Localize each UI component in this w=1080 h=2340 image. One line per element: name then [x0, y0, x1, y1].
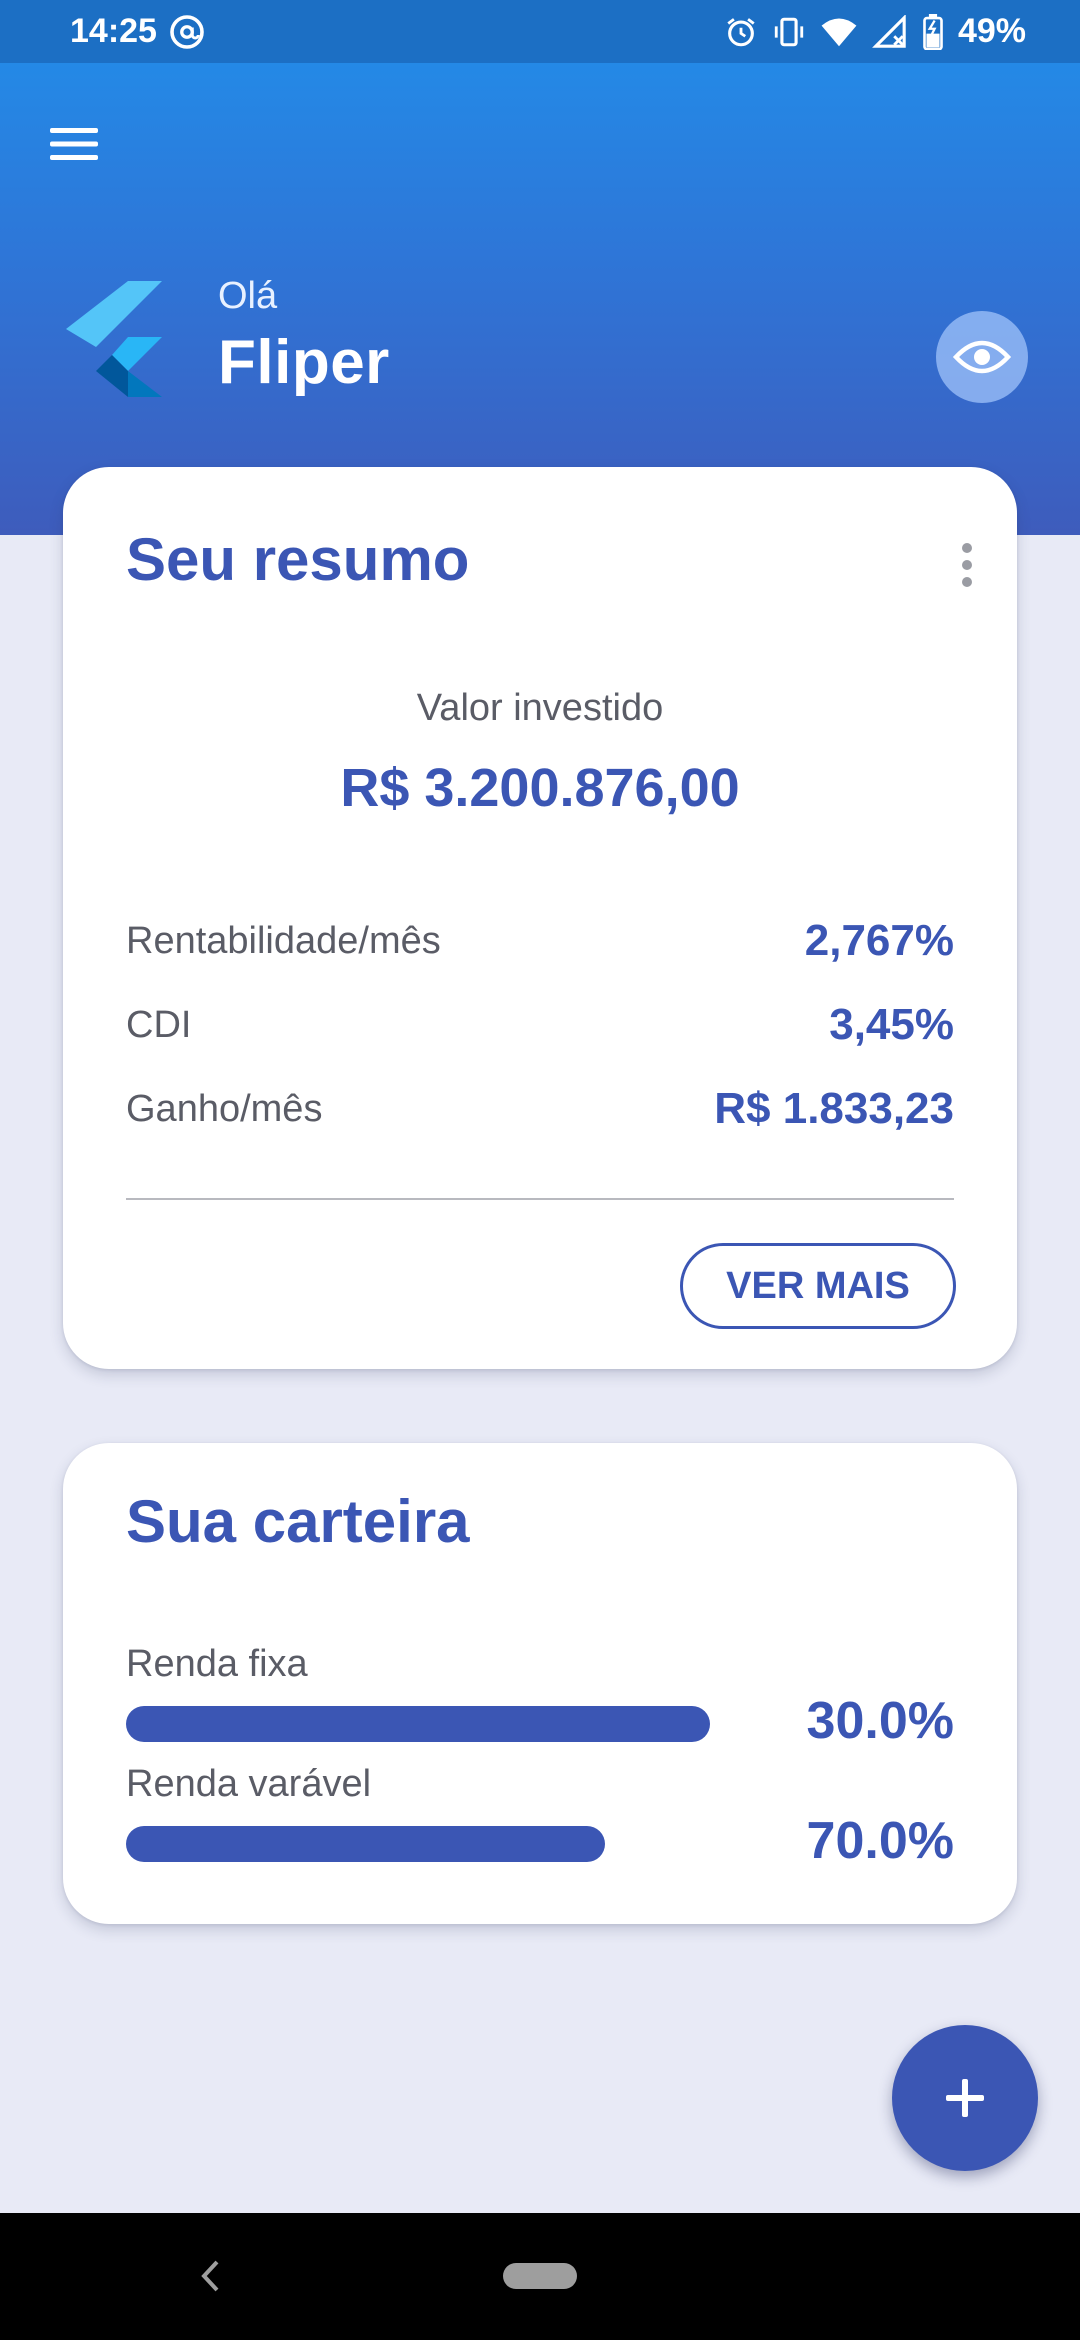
- stat-row-rentabilidade: Rentabilidade/mês 2,767%: [126, 913, 954, 969]
- allocation-label-renda-variavel: Renda varável: [126, 1763, 372, 1805]
- stat-row-ganho: Ganho/mês R$ 1.833,23: [126, 1081, 954, 1137]
- no-signal-icon: [872, 14, 908, 49]
- invested-value: R$ 3.200.876,00: [340, 758, 740, 818]
- more-vert-icon[interactable]: [947, 535, 987, 595]
- header: Olá Fliper: [0, 63, 1080, 535]
- stat-value: R$ 1.833,23: [714, 1084, 954, 1133]
- system-nav-bar: [0, 2213, 1080, 2340]
- status-bar: 14:25 49%: [0, 0, 1080, 63]
- summary-card: Seu resumo Valor investido R$ 3.200.876,…: [63, 467, 1017, 1369]
- app-screen: 14:25 49% Olá Fliper Seu resumo Valor in…: [0, 0, 1080, 2340]
- home-pill-icon[interactable]: [503, 2263, 577, 2289]
- allocation-bar-renda-fixa: [126, 1706, 710, 1742]
- divider: [126, 1198, 954, 1200]
- hamburger-menu-icon[interactable]: [46, 116, 102, 172]
- battery-percent: 49%: [957, 12, 1026, 50]
- battery-icon: [922, 13, 944, 50]
- username: Fliper: [218, 328, 390, 397]
- wifi-icon: [820, 15, 858, 49]
- vibrate-icon: [772, 15, 806, 49]
- allocation-label-renda-fixa: Renda fixa: [126, 1643, 308, 1685]
- allocation-bar-fill: [126, 1706, 710, 1742]
- plus-icon: [946, 2079, 984, 2117]
- stat-value: 3,45%: [829, 1000, 954, 1049]
- back-chevron-icon[interactable]: [190, 2241, 230, 2311]
- ver-mais-button[interactable]: VER MAIS: [680, 1243, 956, 1329]
- stat-value: 2,767%: [804, 916, 954, 965]
- allocation-percent-renda-fixa: 30.0%: [806, 1692, 954, 1750]
- allocation-percent-renda-variavel: 70.0%: [806, 1812, 954, 1870]
- stat-label: CDI: [126, 1003, 192, 1046]
- eye-icon[interactable]: [936, 311, 1028, 403]
- stat-row-cdi: CDI 3,45%: [126, 997, 954, 1053]
- flutter-logo: [66, 281, 166, 397]
- alarm-icon: [724, 15, 758, 49]
- status-left: 14:25: [70, 12, 205, 51]
- add-fab-button[interactable]: [892, 2025, 1038, 2171]
- wallet-card: Sua carteira Renda fixa 30.0% Renda vará…: [63, 1443, 1017, 1924]
- invested-label: Valor investido: [416, 687, 664, 729]
- allocation-bar-fill: [126, 1826, 605, 1862]
- wallet-title: Sua carteira: [126, 1488, 470, 1555]
- allocation-bar-renda-variavel: [126, 1826, 710, 1862]
- status-right: 49%: [724, 12, 1026, 51]
- greeting-text: Olá: [218, 275, 278, 317]
- stat-label: Rentabilidade/mês: [126, 919, 441, 962]
- stat-label: Ganho/mês: [126, 1087, 323, 1130]
- at-sign-icon: [169, 14, 205, 50]
- status-time: 14:25: [70, 12, 157, 50]
- summary-title: Seu resumo: [126, 526, 470, 593]
